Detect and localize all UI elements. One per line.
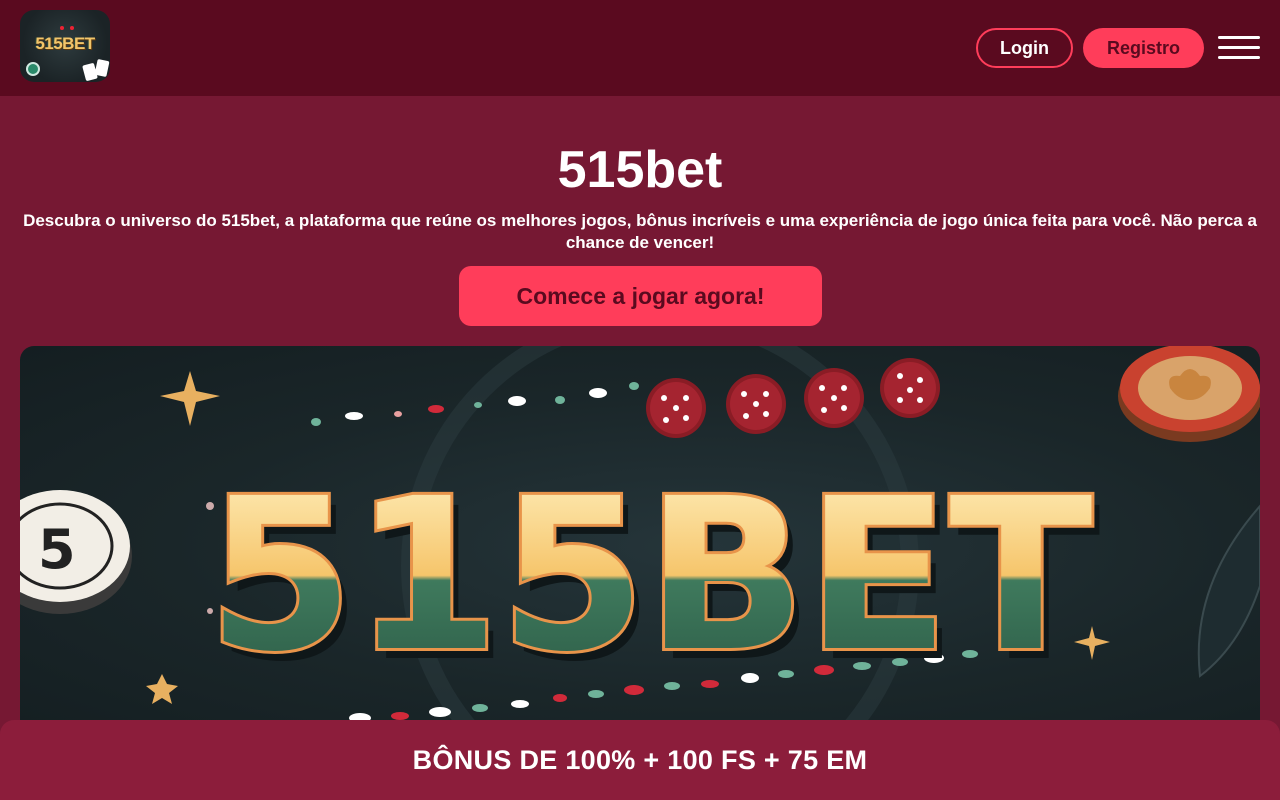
bonus-banner[interactable]: BÔNUS DE 100% + 100 FS + 75 EM [0,720,1280,800]
menu-line [1218,36,1260,39]
dice-icon [804,368,864,428]
chip-icon [26,62,40,76]
sparkle-icon [160,371,220,426]
logo-text: 515BET [35,34,95,53]
login-button[interactable]: Login [976,28,1073,68]
card-icon [94,58,110,78]
svg-text:5: 5 [38,518,76,581]
leaf-icon [1197,504,1260,678]
site-header: 515BET Login Registro [0,0,1280,96]
hamburger-menu-icon[interactable] [1218,34,1260,62]
dot-icon [70,26,74,30]
menu-line [1218,46,1260,49]
star-icon [146,674,178,704]
hero-banner[interactable]: 5 515BET 515BET [20,346,1260,746]
dice-icon [880,358,940,418]
page-title: 515bet [557,141,723,199]
dice-icon [726,374,786,434]
poker-chip-icon [1118,346,1260,442]
start-playing-button[interactable]: Comece a jogar agora! [459,266,822,326]
banner-artwork: 5 515BET 515BET [20,346,1260,746]
menu-line [1218,56,1260,59]
dice-icon [646,378,706,438]
site-logo[interactable]: 515BET [20,10,110,82]
register-button[interactable]: Registro [1083,28,1204,68]
banner-title: 515BET 515BET [204,450,1100,708]
poker-chip-icon: 5 [20,490,132,614]
svg-text:515BET: 515BET [207,453,1092,698]
hero-description: Descubra o universo do 515bet, a platafo… [23,211,1257,252]
dot-icon [60,26,64,30]
